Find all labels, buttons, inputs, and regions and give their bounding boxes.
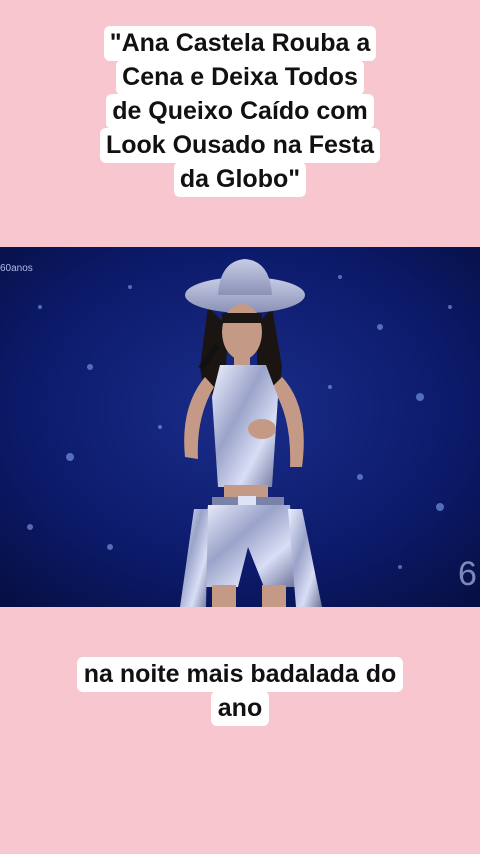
stage-performance-image: 6 xyxy=(0,247,480,607)
title-caption-line-2: Cena e Deixa Todos xyxy=(116,60,364,95)
video-player[interactable]: 6 60anos xyxy=(0,247,480,607)
title-caption-line-5: da Globo" xyxy=(173,162,307,197)
video-frame: "Ana Castela Rouba a Cena e Deixa Todos … xyxy=(0,0,480,854)
title-caption-line-4: Look Ousado na Festa xyxy=(99,128,381,163)
bottom-caption-line-1: na noite mais badalada do xyxy=(76,657,404,692)
title-caption-line-1: "Ana Castela Rouba a xyxy=(103,26,377,61)
bottom-caption-line-2: ano xyxy=(210,691,270,726)
bottom-caption: na noite mais badalada do ano xyxy=(0,657,480,726)
title-caption-line-3: de Queixo Caído com xyxy=(106,94,374,129)
corner-logo-mark: 6 xyxy=(458,555,477,593)
channel-watermark: 60anos xyxy=(0,263,33,274)
title-caption: "Ana Castela Rouba a Cena e Deixa Todos … xyxy=(0,26,480,197)
